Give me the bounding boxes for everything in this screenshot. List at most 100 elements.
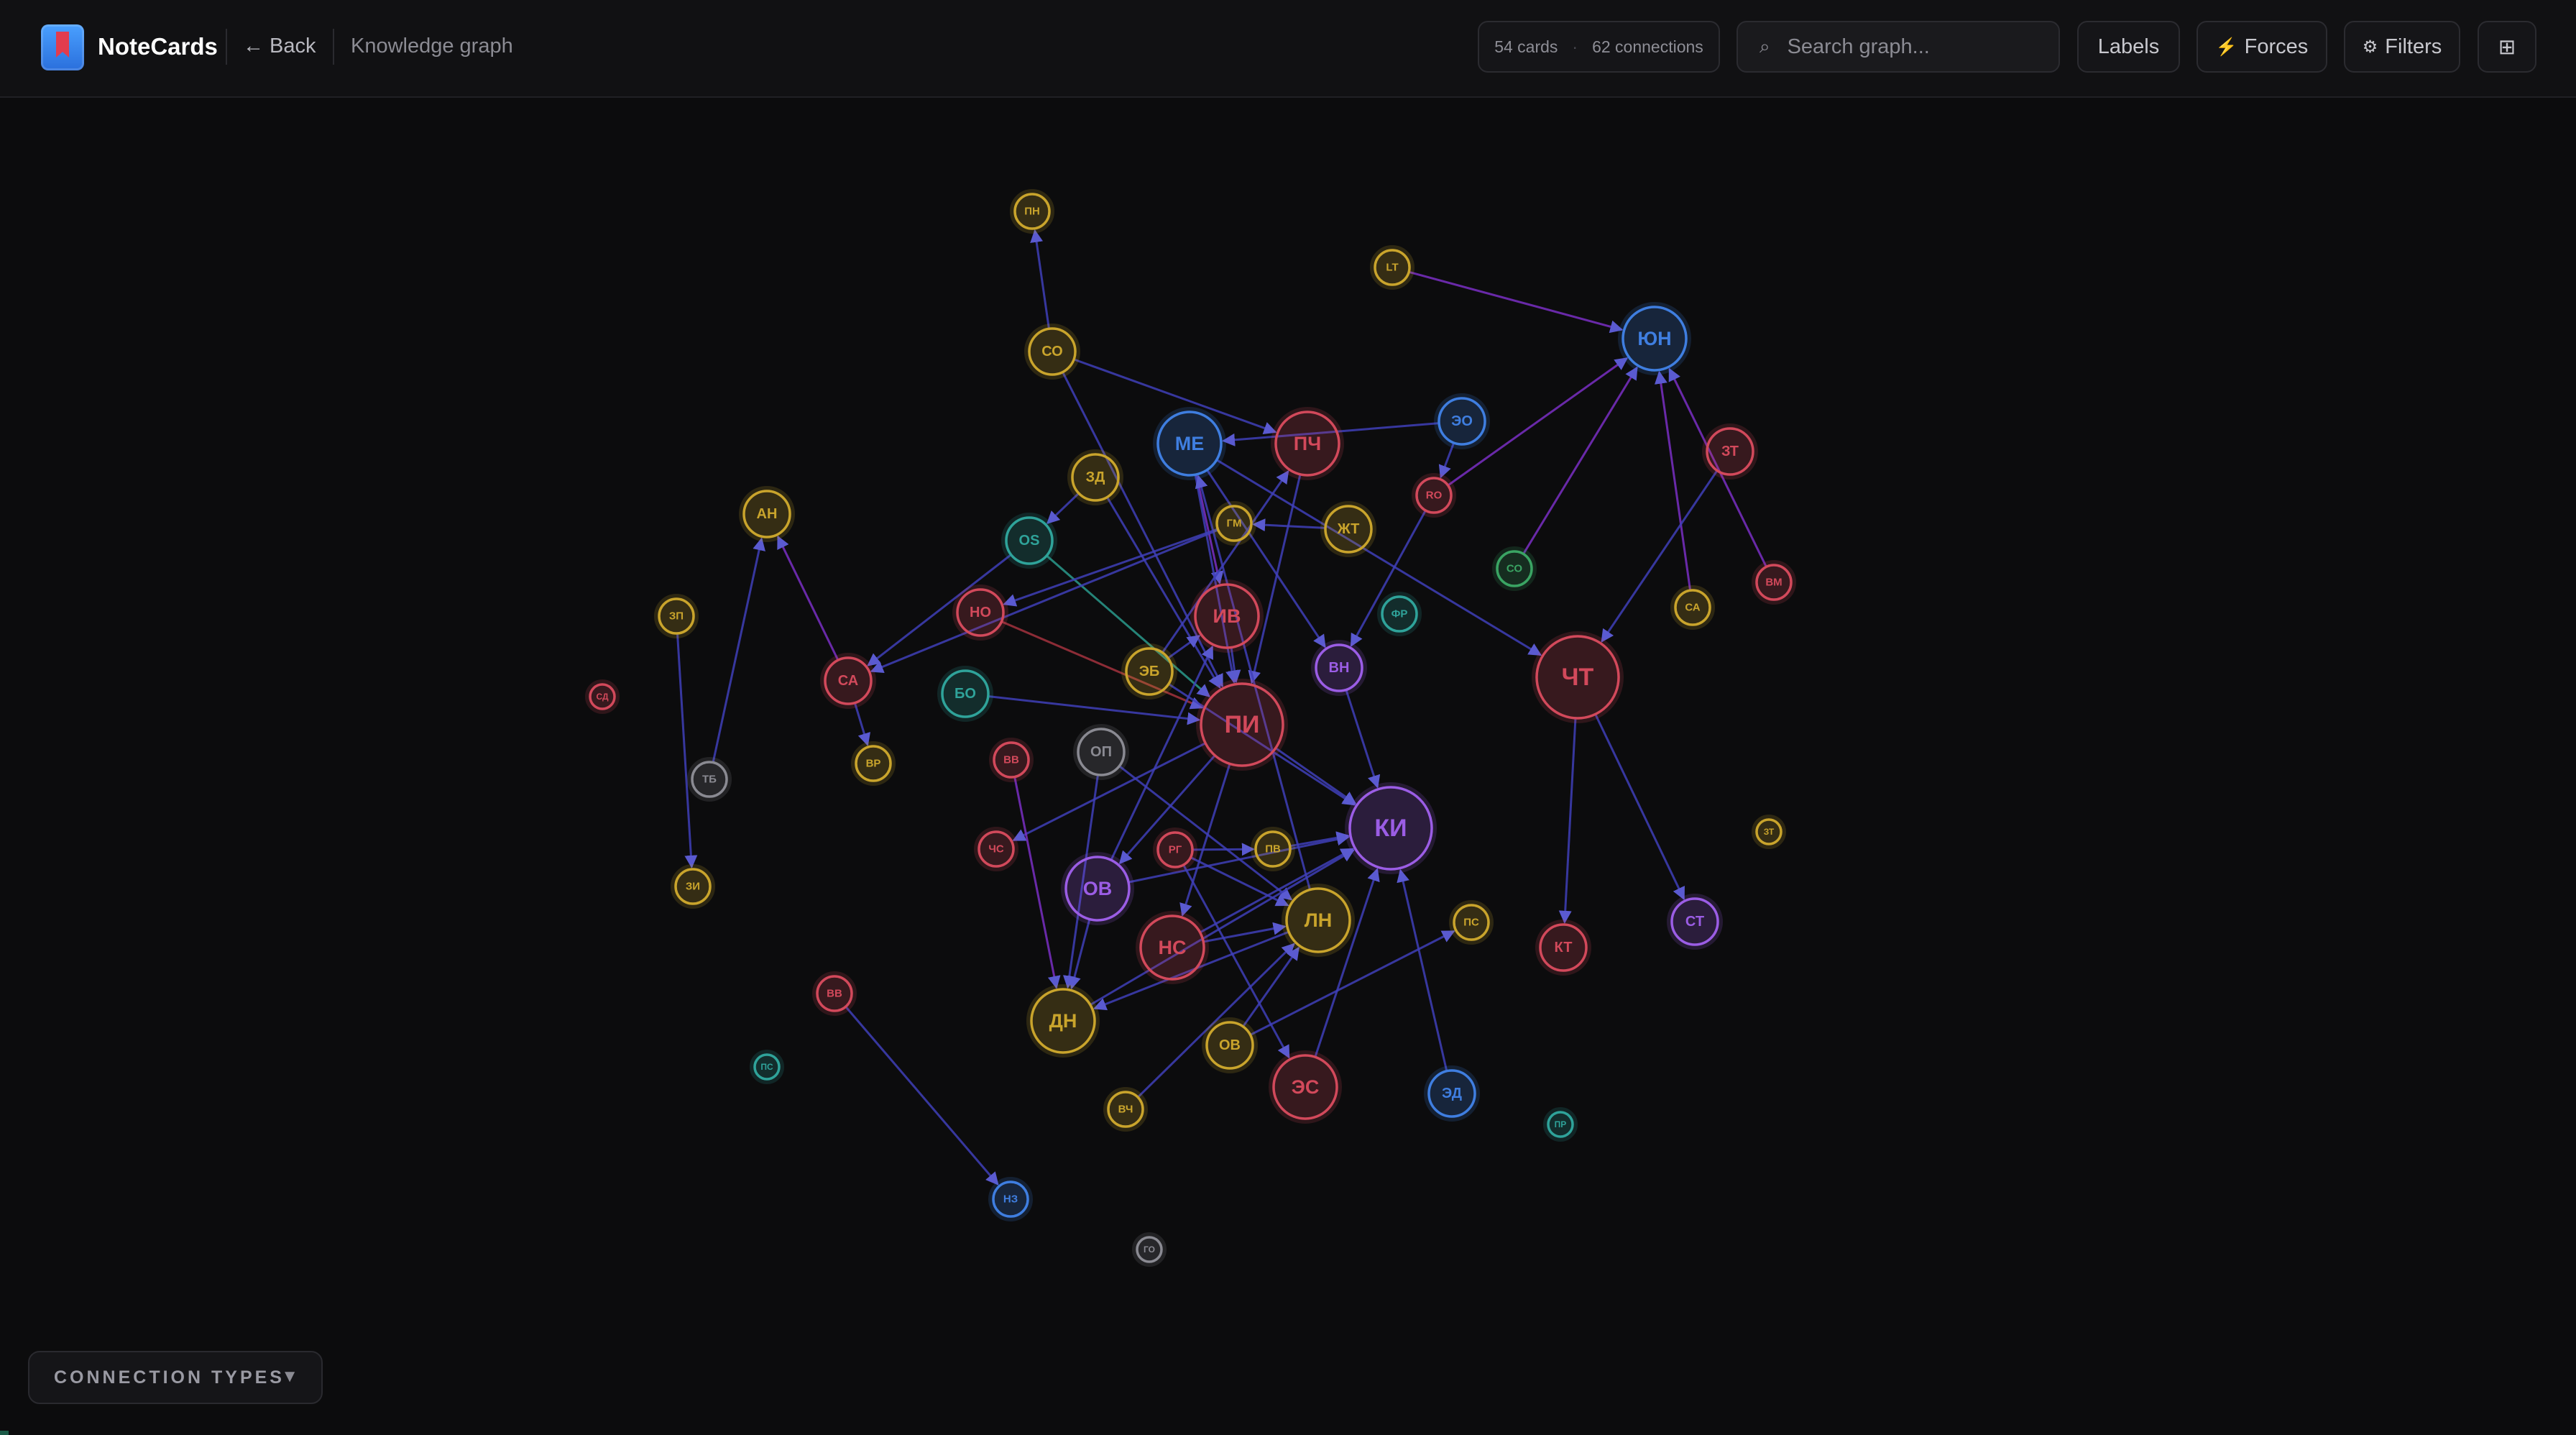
graph-node[interactable]: ОВ (1061, 852, 1134, 925)
nodes-layer: ПН LT ЮН СО ПЧ МЕ ЭО ЗТ ЗД RO АН OS ГМ ЖТ СО ВМ ЗП НО ИВ ФР… (585, 189, 1796, 1267)
node-label: ЗП (669, 610, 684, 623)
graph-node[interactable]: СО (1024, 324, 1080, 380)
graph-edge (1594, 713, 1685, 901)
node-label: СД (596, 692, 609, 702)
graph-node[interactable]: ЭБ (1121, 643, 1177, 700)
node-label: ПВ (1265, 843, 1281, 856)
node-label: НС (1159, 937, 1187, 958)
graph-node[interactable]: МЕ (1153, 407, 1226, 480)
graph-node[interactable]: РГ (1153, 827, 1197, 872)
connection-types-toggle[interactable]: CONNECTION TYPES ▼ (28, 1351, 323, 1404)
node-label: ПР (1555, 1119, 1567, 1129)
node-label: СО (1041, 344, 1063, 359)
filters-button[interactable]: ⚙ Filters (2344, 21, 2460, 73)
app-name: NoteCards (98, 33, 218, 60)
node-label: ПС (760, 1062, 773, 1072)
graph-node[interactable]: ЖТ (1320, 501, 1376, 557)
node-label: ЧТ (1562, 664, 1594, 691)
graph-node[interactable]: СД (585, 679, 620, 714)
graph-node[interactable]: ПН (1010, 189, 1054, 234)
graph-node[interactable]: ФР (1377, 592, 1422, 636)
graph-node[interactable]: ЗТ (1702, 423, 1758, 480)
node-label: ГМ (1227, 518, 1242, 530)
graph-node[interactable]: СА (1670, 585, 1715, 630)
graph-node[interactable]: ЛН (1282, 884, 1355, 957)
node-label: КТ (1555, 940, 1573, 955)
graph-node[interactable]: ПС (750, 1050, 784, 1084)
separator-dot: · (1572, 37, 1578, 56)
graph-node[interactable]: ЭС (1269, 1050, 1342, 1124)
node-label: ВМ (1765, 577, 1782, 589)
graph-edge (1558, 718, 1577, 924)
notecards-logo-icon[interactable] (41, 24, 84, 70)
graph-node[interactable]: ЧТ (1532, 631, 1624, 723)
node-label: ИВ (1213, 605, 1241, 627)
knowledge-graph-canvas[interactable]: ПН LT ЮН СО ПЧ МЕ ЭО ЗТ ЗД RO АН OS ГМ ЖТ СО ВМ ЗП НО ИВ ФР… (0, 98, 2576, 1435)
graph-node[interactable]: ВМ (1752, 560, 1796, 605)
graph-node[interactable]: ТБ (687, 757, 732, 802)
graph-node[interactable]: ВЧ (1103, 1087, 1148, 1132)
graph-node[interactable]: СТ (1667, 894, 1723, 950)
node-label: МЕ (1175, 433, 1205, 454)
graph-node[interactable]: НС (1136, 911, 1209, 984)
back-button[interactable]: ← Back (243, 35, 316, 58)
graph-node[interactable]: ОВ (1202, 1017, 1258, 1073)
graph-node[interactable]: ВВ (812, 971, 857, 1016)
search-input[interactable] (1785, 34, 2026, 60)
grid-view-button[interactable]: ⊞ (2478, 21, 2536, 73)
graph-node[interactable]: ГМ (1212, 501, 1256, 546)
node-label: ЛН (1305, 909, 1332, 931)
graph-node[interactable]: ЮН (1618, 302, 1691, 375)
graph-edge (1654, 370, 1692, 591)
graph-node[interactable]: КТ (1535, 920, 1591, 976)
graph-node[interactable]: ЗД (1067, 449, 1123, 505)
graph-node[interactable]: ВН (1311, 640, 1367, 696)
node-label: ЗТ (1764, 827, 1775, 837)
node-label: ОП (1090, 744, 1112, 760)
graph-node[interactable]: СО (1492, 546, 1537, 591)
graph-node[interactable]: ЭО (1434, 393, 1490, 449)
graph-node[interactable]: ЧС (974, 827, 1018, 871)
graph-edge (712, 537, 765, 763)
graph-node[interactable]: ДН (1026, 984, 1100, 1058)
graph-node[interactable]: ПР (1543, 1107, 1578, 1142)
graph-node[interactable]: ВВ (989, 738, 1034, 782)
node-label: ЭБ (1139, 664, 1160, 679)
search-box[interactable]: ⌕ (1736, 21, 2060, 73)
graph-node[interactable]: ЗИ (671, 864, 715, 909)
graph-edge (845, 1006, 999, 1186)
graph-node[interactable]: ЭД (1424, 1065, 1480, 1122)
node-label: ВН (1329, 660, 1350, 676)
graph-node[interactable]: ЗП (654, 594, 699, 638)
node-label: СА (1685, 602, 1700, 614)
graph-node[interactable]: СА (820, 653, 876, 709)
graph-node[interactable]: ВР (851, 741, 896, 786)
graph-node[interactable]: ИВ (1190, 579, 1264, 653)
node-label: ЭД (1442, 1086, 1462, 1101)
graph-node[interactable]: ГО (1132, 1232, 1167, 1267)
graph-node[interactable]: LT (1370, 245, 1414, 290)
node-label: ЗД (1086, 469, 1105, 485)
graph-node[interactable]: ЗТ (1752, 815, 1786, 849)
divider (333, 29, 334, 65)
graph-node[interactable]: ПЧ (1271, 407, 1344, 480)
node-label: ГО (1144, 1244, 1155, 1255)
graph-node[interactable]: КИ (1345, 782, 1437, 874)
node-label: СО (1506, 563, 1522, 575)
forces-button[interactable]: ⚡ Forces (2196, 21, 2327, 73)
graph-node[interactable]: НЗ (988, 1177, 1033, 1221)
graph-node[interactable]: ПИ (1196, 679, 1288, 771)
graph-node[interactable]: ПВ (1251, 827, 1295, 871)
graph-node[interactable]: НО (952, 584, 1008, 641)
graph-node[interactable]: RO (1412, 473, 1456, 518)
graph-node[interactable]: БО (937, 666, 993, 722)
node-label: ФР (1392, 608, 1408, 620)
node-label: ВЧ (1118, 1104, 1133, 1116)
graph-node[interactable]: ОП (1073, 724, 1129, 780)
graph-node[interactable]: OS (1001, 513, 1057, 569)
graph-node[interactable]: ПС (1449, 900, 1494, 945)
graph-node[interactable]: АН (739, 486, 795, 542)
node-label: ЗИ (686, 881, 700, 893)
labels-button[interactable]: Labels (2077, 21, 2180, 73)
node-label: КИ (1374, 815, 1407, 842)
